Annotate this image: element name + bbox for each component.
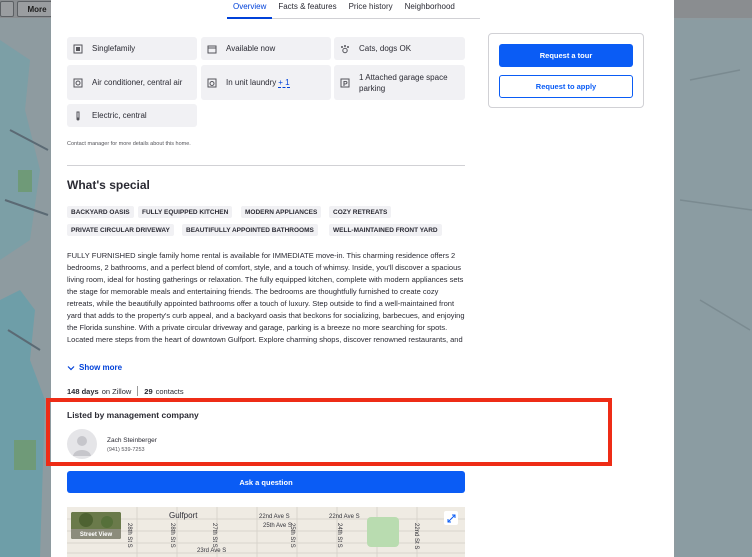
map-label-street: 22nd St S <box>413 523 419 550</box>
person-icon <box>73 436 91 456</box>
map-label-street: 24th St S <box>336 523 342 548</box>
listed-by-heading: Listed by management company <box>67 410 199 420</box>
show-more-link[interactable]: Show more <box>67 363 122 372</box>
contacts-label: contacts <box>155 386 184 396</box>
laundry-icon <box>207 78 217 88</box>
map-label-street: 27th St S <box>211 523 217 548</box>
fact-heating-text: Electric, central <box>92 111 147 120</box>
tab-price-history[interactable]: Price history <box>343 0 399 19</box>
svg-text:P: P <box>343 81 348 88</box>
background-toolbar-button <box>0 1 14 17</box>
feature-tag: WELL-MAINTAINED FRONT YARD <box>329 224 442 236</box>
feature-tag: COZY RETREATS <box>329 206 392 218</box>
snowflake-icon <box>73 78 83 88</box>
map-label-street: 28th St S <box>126 523 132 548</box>
avatar <box>67 429 97 459</box>
fact-cooling: Air conditioner, central air <box>67 65 197 100</box>
thermometer-icon <box>73 111 83 121</box>
whats-special-heading: What's special <box>67 178 150 192</box>
request-apply-button[interactable]: Request to apply <box>499 75 633 98</box>
contact-note: Contact manager for more details about t… <box>67 141 191 147</box>
stats-separator <box>137 386 139 396</box>
paw-icon <box>340 44 350 54</box>
fact-cooling-text: Air conditioner, central air <box>92 78 183 87</box>
feature-tag: BEAUTIFULLY APPOINTED BATHROOMS <box>182 224 318 236</box>
map-label-street: 22nd Ave S <box>259 514 290 520</box>
section-tabs: Overview Facts & features Price history … <box>227 0 480 19</box>
calendar-icon <box>207 44 217 54</box>
street-view-label: Street View <box>79 532 113 538</box>
home-icon <box>73 44 83 54</box>
chevron-down-icon <box>67 365 75 370</box>
fact-laundry-more-link[interactable]: + 1 <box>278 78 290 88</box>
tab-neighborhood[interactable]: Neighborhood <box>399 0 461 19</box>
street-view-thumbnail[interactable]: Street View <box>71 512 121 539</box>
ask-question-button[interactable]: Ask a question <box>67 471 465 493</box>
expand-map-icon[interactable] <box>444 511 458 525</box>
days-on-zillow-label: on Zillow <box>101 386 132 396</box>
fact-availability: Available now <box>201 37 331 60</box>
fact-parking: P 1 Attached garage space parking <box>334 65 465 100</box>
tab-facts-features[interactable]: Facts & features <box>272 0 342 19</box>
map-label-street: 22nd Ave S <box>329 514 360 520</box>
request-tour-button[interactable]: Request a tour <box>499 44 633 67</box>
map-label-street: 28th St S <box>169 523 175 548</box>
listing-modal: Overview Facts & features Price history … <box>51 0 674 557</box>
show-more-label: Show more <box>79 363 123 372</box>
fact-home-type: Singlefamily <box>67 37 197 60</box>
fact-heating: Electric, central <box>67 104 197 127</box>
fact-pets: Cats, dogs OK <box>334 37 465 60</box>
fact-laundry: In unit laundry + 1 <box>201 65 331 100</box>
listing-stats: 148 days on Zillow 29 contacts <box>67 386 184 396</box>
map-label-street: 25th Ave S <box>263 523 292 529</box>
feature-tag: BACKYARD OASIS <box>67 206 134 218</box>
fact-availability-text: Available now <box>226 44 276 53</box>
days-on-zillow-value: 148 days <box>67 386 99 396</box>
feature-tag: FULLY EQUIPPED KITCHEN <box>138 206 233 218</box>
fact-home-type-text: Singlefamily <box>92 44 136 53</box>
feature-tag: MODERN APPLIANCES <box>241 206 322 218</box>
map-label-city: Gulfport <box>169 511 198 520</box>
fact-pets-text: Cats, dogs OK <box>359 44 412 53</box>
contact-card: Request a tour Request to apply <box>488 33 644 108</box>
map-label-street: 23rd Ave S <box>197 548 227 554</box>
fact-parking-text: 1 Attached garage space parking <box>359 72 448 93</box>
tab-overview[interactable]: Overview <box>227 0 273 19</box>
map-label-street: 25th St S <box>289 523 295 548</box>
agent-phone[interactable]: (941) 539-7253 <box>107 447 145 453</box>
listing-description: FULLY FURNISHED single family home renta… <box>67 251 465 344</box>
location-map[interactable]: Street View Gulfport 22nd Ave S 22nd Ave… <box>67 507 465 557</box>
contacts-value: 29 <box>144 386 153 396</box>
agent-name: Zach Steinberger <box>107 437 157 444</box>
section-divider <box>67 165 465 166</box>
fact-laundry-text: In unit laundry <box>226 78 277 87</box>
feature-tag: PRIVATE CIRCULAR DRIVEWAY <box>67 224 174 236</box>
parking-icon: P <box>340 78 350 88</box>
